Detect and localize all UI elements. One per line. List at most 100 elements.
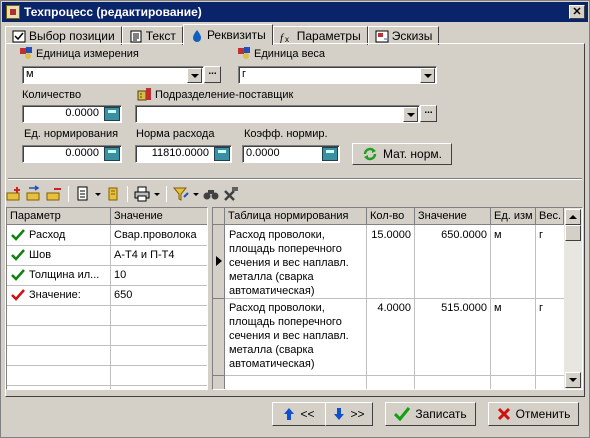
chevron-down-icon[interactable] xyxy=(187,68,202,83)
vertical-scrollbar[interactable] xyxy=(564,208,582,389)
calculator-icon[interactable] xyxy=(322,147,338,161)
grid-line xyxy=(213,375,225,376)
column-header-parameter[interactable]: Параметр xyxy=(7,208,111,225)
window-title: Техпроцесс (редактирование) xyxy=(24,5,202,19)
grid-line xyxy=(225,375,564,376)
weight-cell[interactable]: г xyxy=(536,299,564,317)
title-bar[interactable]: Техпроцесс (редактирование) ✕ xyxy=(2,2,588,22)
param-value[interactable]: А-Т4 и П-Т4 xyxy=(111,246,207,264)
binoculars-icon[interactable] xyxy=(202,185,220,203)
table-row[interactable]: Шов xyxy=(7,246,111,265)
tab-label: Параметры xyxy=(296,29,361,43)
unit-measure-value: м xyxy=(26,68,34,80)
coefficient-value: 0.0000 xyxy=(246,147,280,159)
chevron-down-icon[interactable] xyxy=(420,68,435,83)
grid-line xyxy=(213,298,225,299)
table-row[interactable]: Значение: xyxy=(7,286,111,305)
grid-line xyxy=(7,365,207,366)
column-header-qty[interactable]: Кол-во xyxy=(367,208,415,225)
table-row[interactable]: Расход xyxy=(7,226,111,245)
norm-unit-value: 0.0000 xyxy=(65,147,99,159)
next-button[interactable]: >> xyxy=(325,402,373,426)
scroll-down-button[interactable] xyxy=(565,372,581,388)
param-value[interactable]: Свар.проволока xyxy=(111,226,207,244)
table-row[interactable]: Расход проволоки, площадь поперечного се… xyxy=(226,299,366,373)
row-indicator-column xyxy=(213,225,225,389)
norm-text-line: сечения и вес наплавл. xyxy=(229,330,349,342)
coefficient-field[interactable]: 0.0000 xyxy=(242,145,340,163)
quantity-field[interactable]: 0.0000 xyxy=(22,105,122,123)
current-row-arrow-icon xyxy=(216,256,222,266)
chevron-down-icon[interactable] xyxy=(403,107,418,122)
qty-cell[interactable]: 4.0000 xyxy=(367,299,414,317)
filter-icon[interactable] xyxy=(172,185,190,203)
norm-text-line: металла (сварка xyxy=(229,271,314,283)
param-name: Шов xyxy=(29,249,52,261)
column-header-weight[interactable]: Вес. xyxy=(536,208,564,225)
unit-measure-select[interactable]: м xyxy=(22,66,204,84)
save-button[interactable]: Записать xyxy=(385,402,476,426)
tab-label: Эскизы xyxy=(391,29,433,43)
column-header-unit[interactable]: Ед. изм xyxy=(491,208,536,225)
select-position-icon xyxy=(12,30,26,42)
unit-measure-browse-button[interactable]: ... xyxy=(204,66,221,83)
delete-row-icon[interactable] xyxy=(45,185,63,203)
calculator-icon[interactable] xyxy=(104,147,120,161)
param-value[interactable]: 650 xyxy=(111,286,207,304)
param-value[interactable]: 10 xyxy=(111,266,207,284)
print-icon[interactable] xyxy=(133,185,151,203)
row-indicator-header xyxy=(213,208,225,225)
norm-text-line: площадь поперечного xyxy=(229,243,342,255)
calculator-icon[interactable] xyxy=(214,147,230,161)
weight-cell[interactable]: г xyxy=(536,226,564,244)
divider xyxy=(8,179,582,180)
tools-icon[interactable] xyxy=(222,185,240,203)
green-check-icon xyxy=(11,249,25,261)
refresh-icon xyxy=(363,147,377,161)
toolbar xyxy=(5,184,240,204)
quantity-value: 0.0000 xyxy=(65,107,99,119)
norm-unit-field[interactable]: 0.0000 xyxy=(22,145,122,163)
chevron-down-icon[interactable] xyxy=(153,185,161,203)
previous-button[interactable]: << xyxy=(272,402,326,426)
dictionary-icon xyxy=(238,47,250,59)
chevron-down-icon[interactable] xyxy=(192,185,200,203)
cancel-button[interactable]: Отменить xyxy=(488,402,579,426)
supplier-select[interactable] xyxy=(135,105,420,123)
mat-norm-button[interactable]: Мат. норм. xyxy=(352,143,452,165)
value-cell[interactable]: 515.0000 xyxy=(415,299,490,317)
column-header-value[interactable]: Значение xyxy=(415,208,491,225)
add-row-icon[interactable] xyxy=(5,185,23,203)
supplier-browse-button[interactable]: ... xyxy=(420,105,437,122)
unit-cell[interactable]: м xyxy=(491,299,535,317)
consumption-value: 11810.0000 xyxy=(151,147,209,159)
chevron-down-icon[interactable] xyxy=(94,185,102,203)
calculator-icon[interactable] xyxy=(104,107,120,121)
value-cell[interactable]: 650.0000 xyxy=(415,226,490,244)
close-button[interactable]: ✕ xyxy=(569,5,585,19)
attachment-icon[interactable] xyxy=(104,185,122,203)
tab-details[interactable]: Реквизиты xyxy=(182,24,273,45)
table-row[interactable]: Толщина ил... xyxy=(7,266,111,285)
chevron-up-icon xyxy=(569,215,577,219)
grid-line xyxy=(7,325,207,326)
consumption-field[interactable]: 11810.0000 xyxy=(135,145,232,163)
scroll-thumb[interactable] xyxy=(565,225,581,241)
red-check-icon xyxy=(11,289,25,301)
qty-cell[interactable]: 15.0000 xyxy=(367,226,414,244)
unit-weight-select[interactable]: г xyxy=(238,66,437,84)
unit-cell[interactable]: м xyxy=(491,226,535,244)
table-row[interactable]: Расход проволоки, площадь поперечного се… xyxy=(226,226,366,300)
close-icon xyxy=(497,407,510,421)
tab-label: Выбор позиции xyxy=(29,29,115,43)
dialog-window: Техпроцесс (редактирование) ✕ Выбор пози… xyxy=(0,0,590,438)
document-icon[interactable] xyxy=(74,185,92,203)
toolbar-separator xyxy=(166,186,167,202)
column-header-value[interactable]: Значение xyxy=(111,208,207,225)
scroll-up-button[interactable] xyxy=(565,209,581,225)
checkmark-icon xyxy=(394,407,411,421)
param-name: Значение: xyxy=(29,289,81,301)
insert-row-icon[interactable] xyxy=(25,185,43,203)
coefficient-label: Коэфф. нормир. xyxy=(244,128,328,140)
column-header-norm-table[interactable]: Таблица нормирования xyxy=(225,208,367,225)
